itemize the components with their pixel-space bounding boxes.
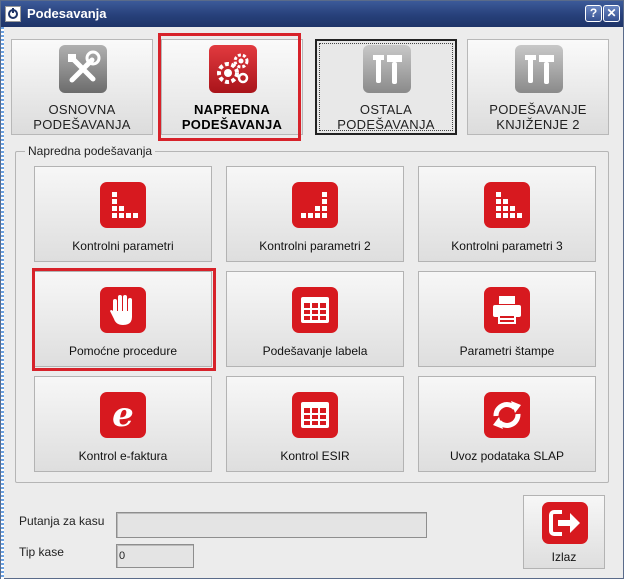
path-label: Putanja za kasu — [19, 514, 105, 528]
pomocne-procedure-button[interactable]: Pomoćne procedure — [34, 271, 212, 367]
title-bar[interactable]: Podesavanja ? ✕ — [1, 1, 623, 27]
tab-ostala-podesavanja[interactable]: OSTALA PODEŠAVANJA — [315, 39, 457, 135]
kontrol-esir-button[interactable]: Kontrol ESIR — [226, 376, 404, 472]
tab-label-line2: PODEŠAVANJA — [337, 117, 435, 132]
exit-button[interactable]: Izlaz — [523, 495, 605, 569]
tab-label-line1: NAPREDNA — [193, 102, 271, 117]
kontrolni-parametri-button[interactable]: Kontrolni parametri — [34, 166, 212, 262]
printer-icon — [484, 287, 530, 333]
tip-kase-label: Tip kase — [19, 545, 64, 559]
dots-triangle-icon — [484, 182, 530, 228]
tile-label: Kontrol e-faktura — [78, 449, 168, 463]
kontrol-e-faktura-button[interactable]: e Kontrol e-faktura — [34, 376, 212, 472]
tab-podesavanje-knjizenje-2[interactable]: PODEŠAVANJE KNJIŽENJE 2 — [467, 39, 609, 135]
tab-label-line1: OSTALA — [359, 102, 413, 117]
app-icon — [5, 6, 21, 22]
dots-triangle-icon — [292, 182, 338, 228]
table-icon — [292, 287, 338, 333]
close-button[interactable]: ✕ — [603, 5, 620, 22]
exit-label: Izlaz — [551, 550, 577, 564]
tile-label: Kontrolni parametri 2 — [259, 239, 371, 253]
parametri-stampe-button[interactable]: Parametri štampe — [418, 271, 596, 367]
exit-icon — [542, 502, 588, 544]
help-button[interactable]: ? — [585, 5, 602, 22]
window-title: Podesavanja — [27, 6, 107, 21]
table-icon — [292, 392, 338, 438]
tab-label-line2: KNJIŽENJE 2 — [496, 117, 580, 132]
wrench-screwdriver-icon — [59, 45, 107, 93]
svg-text:e: e — [112, 395, 134, 435]
tile-label: Parametri štampe — [459, 344, 555, 358]
tab-label-line2: PODEŠAVANJA — [181, 117, 283, 132]
gears-icon — [209, 45, 257, 93]
tab-label-line1: OSNOVNA — [48, 102, 116, 117]
kontrolni-parametri-2-button[interactable]: Kontrolni parametri 2 — [226, 166, 404, 262]
sync-arrows-icon — [484, 392, 530, 438]
hand-stop-icon — [100, 287, 146, 333]
dots-triangle-icon — [100, 182, 146, 228]
tile-label: Kontrolni parametri — [72, 239, 174, 253]
settings-window: Podesavanja ? ✕ OSNOVNA PODEŠAVANJA NAPR… — [0, 0, 624, 579]
podesavanje-labela-button[interactable]: Podešavanje labela — [226, 271, 404, 367]
uvoz-podataka-slap-button[interactable]: Uvoz podataka SLAP — [418, 376, 596, 472]
tools-icon — [515, 45, 563, 93]
e-letter-icon: e — [100, 392, 146, 438]
tile-label: Podešavanje labela — [262, 344, 368, 358]
window-border-strip — [1, 27, 4, 579]
kontrolni-parametri-3-button[interactable]: Kontrolni parametri 3 — [418, 166, 596, 262]
tile-label: Kontrolni parametri 3 — [451, 239, 563, 253]
tile-label: Uvoz podataka SLAP — [449, 449, 565, 463]
tab-label-line1: PODEŠAVANJE — [489, 102, 587, 117]
tools-icon — [363, 45, 411, 93]
tip-kase-field[interactable]: 0 — [116, 544, 194, 568]
tab-osnovna-podesavanja[interactable]: OSNOVNA PODEŠAVANJA — [11, 39, 153, 135]
path-field[interactable] — [116, 512, 427, 538]
tab-napredna-podesavanja[interactable]: NAPREDNA PODEŠAVANJA — [161, 39, 303, 135]
tile-label: Kontrol ESIR — [280, 449, 350, 463]
group-title: Napredna podešavanja — [25, 144, 156, 158]
tile-label: Pomoćne procedure — [68, 344, 178, 358]
tab-label-line2: PODEŠAVANJA — [33, 117, 131, 132]
